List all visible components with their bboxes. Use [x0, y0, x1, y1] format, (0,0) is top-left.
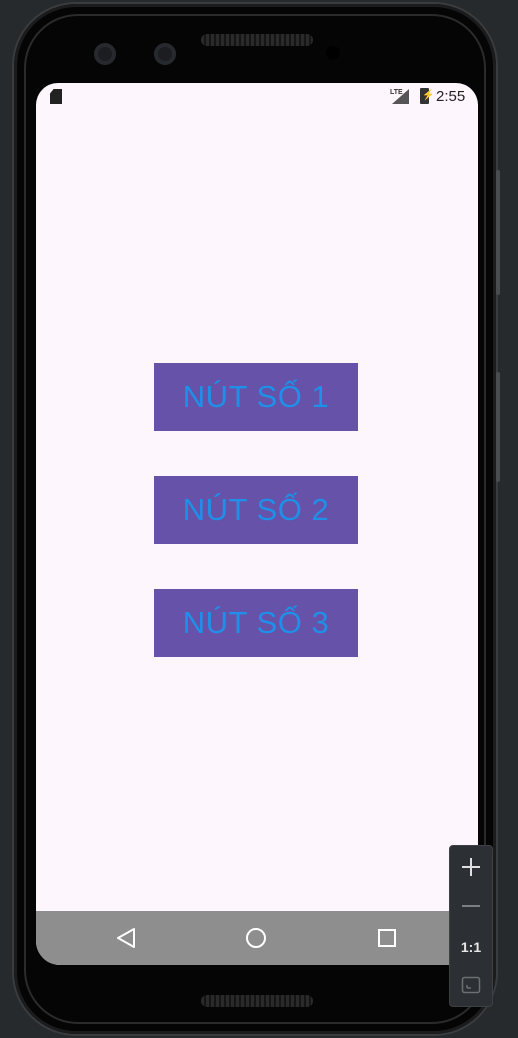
fit-screen-icon — [461, 976, 481, 994]
zoom-out-button[interactable] — [450, 892, 492, 920]
status-bar: LTE ⚡ 2:55 — [36, 83, 478, 111]
nav-back-button[interactable] — [96, 911, 156, 965]
fit-screen-button[interactable] — [450, 970, 492, 1000]
network-type-label: LTE — [390, 89, 403, 96]
nav-recents-button[interactable] — [357, 911, 417, 965]
minus-icon — [462, 905, 480, 907]
earpiece-speaker — [201, 34, 313, 46]
back-triangle-icon — [117, 928, 135, 948]
zoom-in-button[interactable] — [450, 852, 492, 882]
charging-bolt-icon: ⚡ — [422, 90, 435, 101]
app-screen: LTE ⚡ 2:55 NÚT SỐ 1 NÚT SỐ 2 NÚT SỐ 3 — [36, 83, 478, 965]
proximity-sensor — [326, 46, 340, 60]
sd-card-icon — [50, 89, 62, 104]
front-camera-left — [94, 43, 116, 65]
actual-size-button[interactable]: 1:1 — [450, 932, 492, 962]
bottom-speaker — [201, 995, 313, 1007]
recents-square-icon — [378, 929, 396, 947]
button-2[interactable]: NÚT SỐ 2 — [154, 476, 358, 544]
power-button[interactable] — [496, 170, 500, 295]
button-3[interactable]: NÚT SỐ 3 — [154, 589, 358, 657]
front-camera-right — [154, 43, 176, 65]
button-1[interactable]: NÚT SỐ 1 — [154, 363, 358, 431]
home-circle-icon — [246, 928, 266, 948]
plus-icon — [462, 858, 480, 876]
emulator-zoom-panel: 1:1 — [449, 845, 493, 1007]
status-time: 2:55 — [436, 88, 466, 105]
volume-button[interactable] — [496, 372, 500, 482]
nav-home-button[interactable] — [226, 911, 286, 965]
navigation-bar — [36, 911, 478, 965]
